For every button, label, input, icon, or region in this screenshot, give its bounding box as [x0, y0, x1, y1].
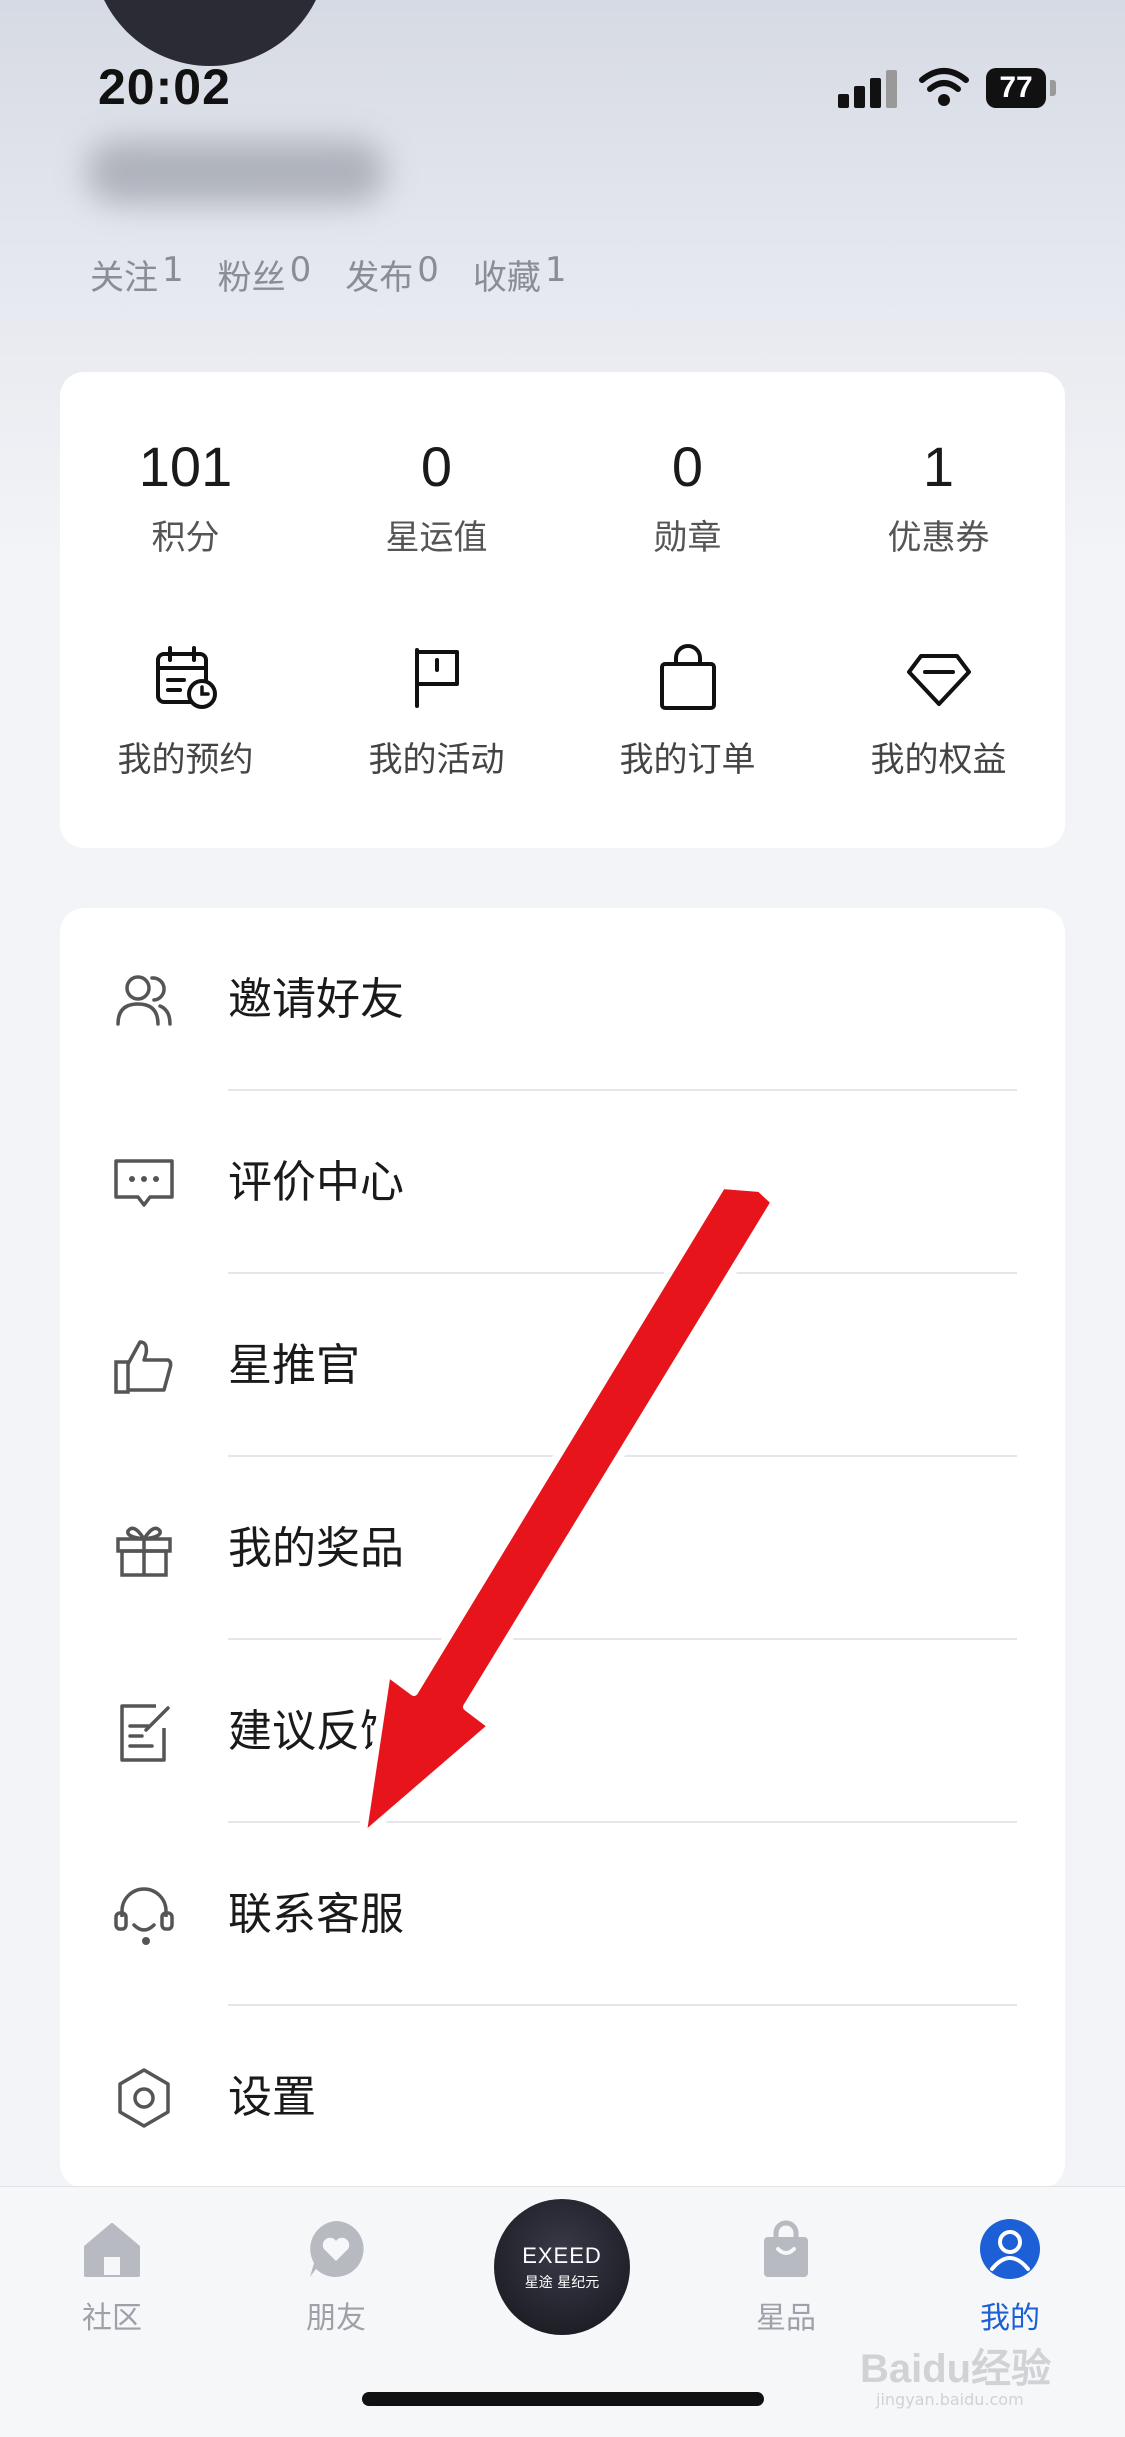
- gift-icon: [116, 1526, 172, 1577]
- stat-fans[interactable]: 粉丝 0: [218, 250, 312, 299]
- comment-icon: [114, 1159, 174, 1207]
- battery-icon: 77: [986, 68, 1046, 108]
- watermark: Baidu经验: [860, 2347, 1052, 2391]
- menu-invite-friends[interactable]: 邀请好友: [60, 908, 1065, 1091]
- tab-community[interactable]: 社区: [32, 2217, 192, 2337]
- stat-favorites[interactable]: 收藏 1: [473, 250, 567, 299]
- shopping-bag-icon: [659, 644, 716, 710]
- thumbs-up-icon: [114, 1340, 173, 1394]
- users-icon: [116, 975, 172, 1026]
- diamond-icon: [906, 654, 971, 706]
- tab-mine[interactable]: 我的: [930, 2217, 1090, 2337]
- username-blurred: [86, 140, 386, 204]
- menu-my-prizes[interactable]: 我的奖品: [60, 1457, 1065, 1640]
- brand-center-button[interactable]: EXEED 星途 星纪元: [494, 2199, 630, 2335]
- metrics-row: 101 积分 0 星运值 0 勋章 1 优惠券: [60, 434, 1065, 559]
- tab-friends[interactable]: 朋友: [256, 2217, 416, 2337]
- metric-points[interactable]: 101 积分: [60, 434, 311, 559]
- wifi-icon: [919, 68, 969, 106]
- menu-star-promoter[interactable]: 星推官: [60, 1274, 1065, 1457]
- profile-stats: 关注 1 粉丝 0 发布 0 收藏 1: [90, 250, 567, 299]
- user-circle-icon: [980, 2219, 1040, 2279]
- battery-tip: [1050, 80, 1056, 96]
- heart-chat-icon: [310, 2221, 364, 2277]
- home-icon: [84, 2223, 140, 2277]
- flag-icon: [414, 648, 459, 708]
- stat-posts[interactable]: 发布 0: [345, 250, 439, 299]
- status-time: 20:02: [98, 59, 231, 115]
- shortcut-activities[interactable]: 我的活动: [311, 642, 562, 781]
- metric-coupons[interactable]: 1 优惠券: [813, 434, 1064, 559]
- tab-products[interactable]: 星品: [706, 2217, 866, 2337]
- headset-icon: [114, 1887, 174, 1945]
- metric-star-luck[interactable]: 0 星运值: [311, 434, 562, 559]
- menu-contact-support[interactable]: 联系客服: [60, 1823, 1065, 2006]
- bag-icon: [764, 2220, 808, 2277]
- menu-settings[interactable]: 设置: [60, 2006, 1065, 2189]
- settings-hexagon-icon: [118, 2068, 170, 2128]
- account-summary-card: 101 积分 0 星运值 0 勋章 1 优惠券 我的预约 我的活动 我的订单 我…: [60, 372, 1065, 848]
- shortcut-orders[interactable]: 我的订单: [562, 642, 813, 781]
- signal-icon: [838, 70, 900, 108]
- menu-feedback[interactable]: 建议反馈: [60, 1640, 1065, 1823]
- stat-follow[interactable]: 关注 1: [90, 250, 184, 299]
- menu-review-center[interactable]: 评价中心: [60, 1091, 1065, 1274]
- watermark-url: jingyan.baidu.com: [876, 2390, 1024, 2409]
- home-indicator[interactable]: [362, 2392, 764, 2406]
- shortcuts-row: 我的预约 我的活动 我的订单 我的权益: [60, 642, 1065, 781]
- metric-medals[interactable]: 0 勋章: [562, 434, 813, 559]
- shortcut-benefits[interactable]: 我的权益: [813, 642, 1064, 781]
- menu-card: 邀请好友 评价中心 星推官 我的奖品 建议反馈 联系客服 设置: [60, 908, 1065, 2188]
- edit-note-icon: [120, 1704, 170, 1762]
- shortcut-appointments[interactable]: 我的预约: [60, 642, 311, 781]
- calendar-clock-icon: [155, 646, 217, 709]
